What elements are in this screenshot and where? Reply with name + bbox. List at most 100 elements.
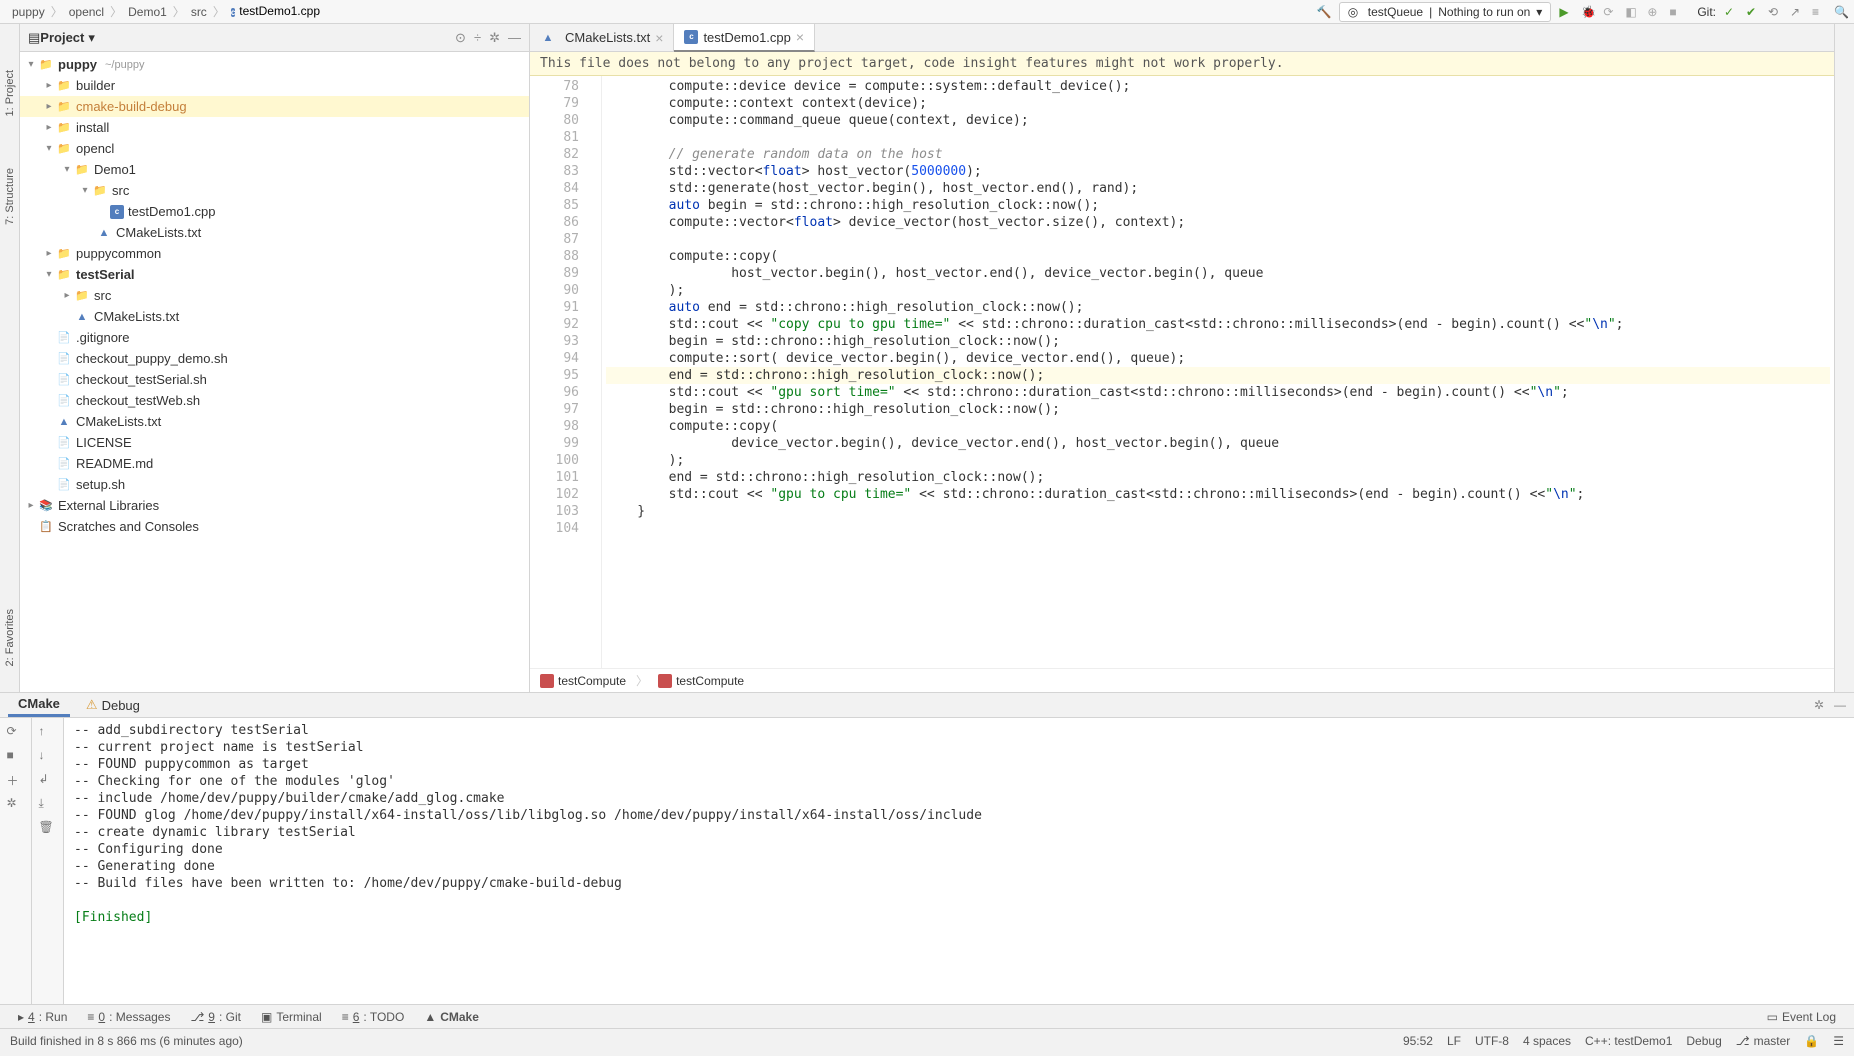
collapse-icon[interactable]: ÷ (474, 30, 481, 46)
cmake-output[interactable]: -- add_subdirectory testSerial-- current… (64, 718, 1854, 1004)
stop-icon[interactable]: ■ (7, 748, 25, 766)
editor-breadcrumbs: testCompute 〉 testCompute (530, 668, 1834, 692)
tree-opencl[interactable]: ▾📁opencl (20, 138, 529, 159)
clear-icon[interactable]: 🗑 (39, 820, 57, 838)
hide-icon[interactable]: — (508, 30, 521, 46)
function-icon (658, 674, 672, 688)
sidetab-favorites[interactable]: 2: Favorites (2, 603, 18, 672)
tree-cmakelists-demo[interactable]: ▲CMakeLists.txt (20, 222, 529, 243)
attach-icon[interactable]: ⊕ (1647, 5, 1661, 19)
tab-cmakelists[interactable]: ▲CMakeLists.txt× (530, 24, 674, 51)
status-branch[interactable]: ⎇ master (1736, 1034, 1791, 1048)
tree-install[interactable]: ▸📁install (20, 117, 529, 138)
gear-icon[interactable]: ✲ (489, 30, 500, 46)
footer-run[interactable]: ▸ 4: Run (8, 1010, 77, 1024)
tree-readme[interactable]: 📄README.md (20, 453, 529, 474)
footer-messages[interactable]: ≡ 0: Messages (77, 1010, 180, 1024)
cmake-tab[interactable]: CMake (8, 693, 70, 717)
tree-testdemo[interactable]: ctestDemo1.cpp (20, 201, 529, 222)
tree-demo1[interactable]: ▾📁Demo1 (20, 159, 529, 180)
footer-eventlog[interactable]: ▭ Event Log (1757, 1010, 1846, 1024)
down-icon[interactable]: ↓ (39, 748, 57, 766)
project-tree[interactable]: ▾📁puppy~/puppy ▸📁builder ▸📁cmake-build-d… (20, 52, 529, 692)
search-icon[interactable]: 🔍 (1834, 5, 1848, 19)
chevron-down-icon: ▾ (1536, 5, 1542, 19)
project-header: Project (40, 30, 84, 45)
crumb-opencl[interactable]: opencl (63, 5, 110, 19)
close-icon[interactable]: × (796, 29, 804, 45)
settings-icon[interactable]: ≡ (1812, 5, 1826, 19)
up-icon[interactable]: ↑ (39, 724, 57, 742)
tree-setup[interactable]: 📄setup.sh (20, 474, 529, 495)
tree-src[interactable]: ▾📁src (20, 180, 529, 201)
crumb-src[interactable]: src (185, 5, 213, 19)
tree-testserial[interactable]: ▾📁testSerial (20, 264, 529, 285)
tree-checkout-web[interactable]: 📄checkout_testWeb.sh (20, 390, 529, 411)
crumb-file[interactable]: ctestDemo1.cpp (225, 4, 326, 20)
function-icon (540, 674, 554, 688)
crumb-demo1[interactable]: Demo1 (122, 5, 173, 19)
footer-toolbar: ▸ 4: Run ≡ 0: Messages ⎇ 9: Git ▣ Termin… (0, 1004, 1854, 1028)
git-push-icon[interactable]: ↗ (1790, 5, 1804, 19)
locate-icon[interactable]: ⊙ (455, 30, 466, 46)
tree-license[interactable]: 📄LICENSE (20, 432, 529, 453)
navigation-bar: puppy〉 opencl〉 Demo1〉 src〉 ctestDemo1.cp… (0, 0, 1854, 24)
crumb-testcompute-2[interactable]: testCompute (658, 674, 744, 688)
run-config-selector[interactable]: ◎ testQueue | Nothing to run on ▾ (1339, 2, 1552, 22)
status-encoding[interactable]: UTF-8 (1475, 1034, 1509, 1048)
tab-testdemo[interactable]: ctestDemo1.cpp× (674, 24, 815, 52)
footer-terminal[interactable]: ▣ Terminal (251, 1010, 332, 1024)
debug-tab[interactable]: ⚠Debug (76, 694, 150, 716)
tree-scratches[interactable]: 📋Scratches and Consoles (20, 516, 529, 537)
tree-cmake-build-debug[interactable]: ▸📁cmake-build-debug (20, 96, 529, 117)
coverage-icon[interactable]: ⟳ (1603, 5, 1617, 19)
gear-icon[interactable]: ✲ (1814, 698, 1824, 712)
run-target: Nothing to run on (1438, 5, 1530, 19)
tree-checkout-serial[interactable]: 📄checkout_testSerial.sh (20, 369, 529, 390)
settings-icon[interactable]: ✲ (7, 796, 25, 814)
footer-cmake[interactable]: ▲ CMake (414, 1010, 489, 1024)
plus-icon[interactable]: ＋ (7, 772, 25, 790)
close-icon[interactable]: × (655, 30, 663, 46)
editor: ▲CMakeLists.txt× ctestDemo1.cpp× This fi… (530, 24, 1834, 692)
editor-tabs: ▲CMakeLists.txt× ctestDemo1.cpp× (530, 24, 1834, 52)
memory-icon[interactable]: ☰ (1833, 1034, 1844, 1048)
status-indent[interactable]: 4 spaces (1523, 1034, 1571, 1048)
status-pos[interactable]: 95:52 (1403, 1034, 1433, 1048)
profile-icon[interactable]: ◧ (1625, 5, 1639, 19)
git-commit-icon[interactable]: ✔ (1746, 5, 1760, 19)
wrap-icon[interactable]: ↲ (39, 772, 57, 790)
git-update-icon[interactable]: ✓ (1724, 5, 1738, 19)
hide-icon[interactable]: — (1834, 698, 1846, 712)
sidetab-project[interactable]: 1: Project (2, 64, 18, 122)
build-icon[interactable]: 🔨 (1317, 5, 1331, 19)
tree-root[interactable]: ▾📁puppy~/puppy (20, 54, 529, 75)
code-editor[interactable]: 7879808182838485868788899091929394959697… (530, 76, 1834, 668)
tree-external-libraries[interactable]: ▸📚External Libraries (20, 495, 529, 516)
tree-gitignore[interactable]: 📄.gitignore (20, 327, 529, 348)
status-config[interactable]: Debug (1686, 1034, 1721, 1048)
run-icon[interactable]: ▶ (1559, 5, 1573, 19)
stop-icon[interactable]: ■ (1669, 5, 1683, 19)
git-history-icon[interactable]: ⟲ (1768, 5, 1782, 19)
tree-checkout-demo[interactable]: 📄checkout_puppy_demo.sh (20, 348, 529, 369)
crumb-puppy[interactable]: puppy (6, 5, 51, 19)
status-lineend[interactable]: LF (1447, 1034, 1461, 1048)
right-sidebar (1834, 24, 1854, 692)
tree-builder[interactable]: ▸📁builder (20, 75, 529, 96)
lock-icon[interactable]: 🔒 (1804, 1034, 1819, 1048)
reload-icon[interactable]: ⟳ (7, 724, 25, 742)
status-message: Build finished in 8 s 866 ms (6 minutes … (10, 1034, 243, 1048)
tree-puppycommon[interactable]: ▸📁puppycommon (20, 243, 529, 264)
debug-icon[interactable]: 🐞 (1581, 5, 1595, 19)
crumb-testcompute-1[interactable]: testCompute (540, 674, 626, 688)
footer-todo[interactable]: ≡ 6: TODO (332, 1010, 415, 1024)
footer-git[interactable]: ⎇ 9: Git (180, 1010, 251, 1024)
scroll-icon[interactable]: ⤓ (39, 796, 57, 814)
sidetab-structure[interactable]: 7: Structure (2, 162, 18, 231)
chevron-down-icon[interactable]: ▾ (88, 30, 95, 46)
tree-cmakelists-root[interactable]: ▲CMakeLists.txt (20, 411, 529, 432)
status-lang[interactable]: C++: testDemo1 (1585, 1034, 1672, 1048)
tree-src2[interactable]: ▸📁src (20, 285, 529, 306)
tree-cmakelists-ts[interactable]: ▲CMakeLists.txt (20, 306, 529, 327)
